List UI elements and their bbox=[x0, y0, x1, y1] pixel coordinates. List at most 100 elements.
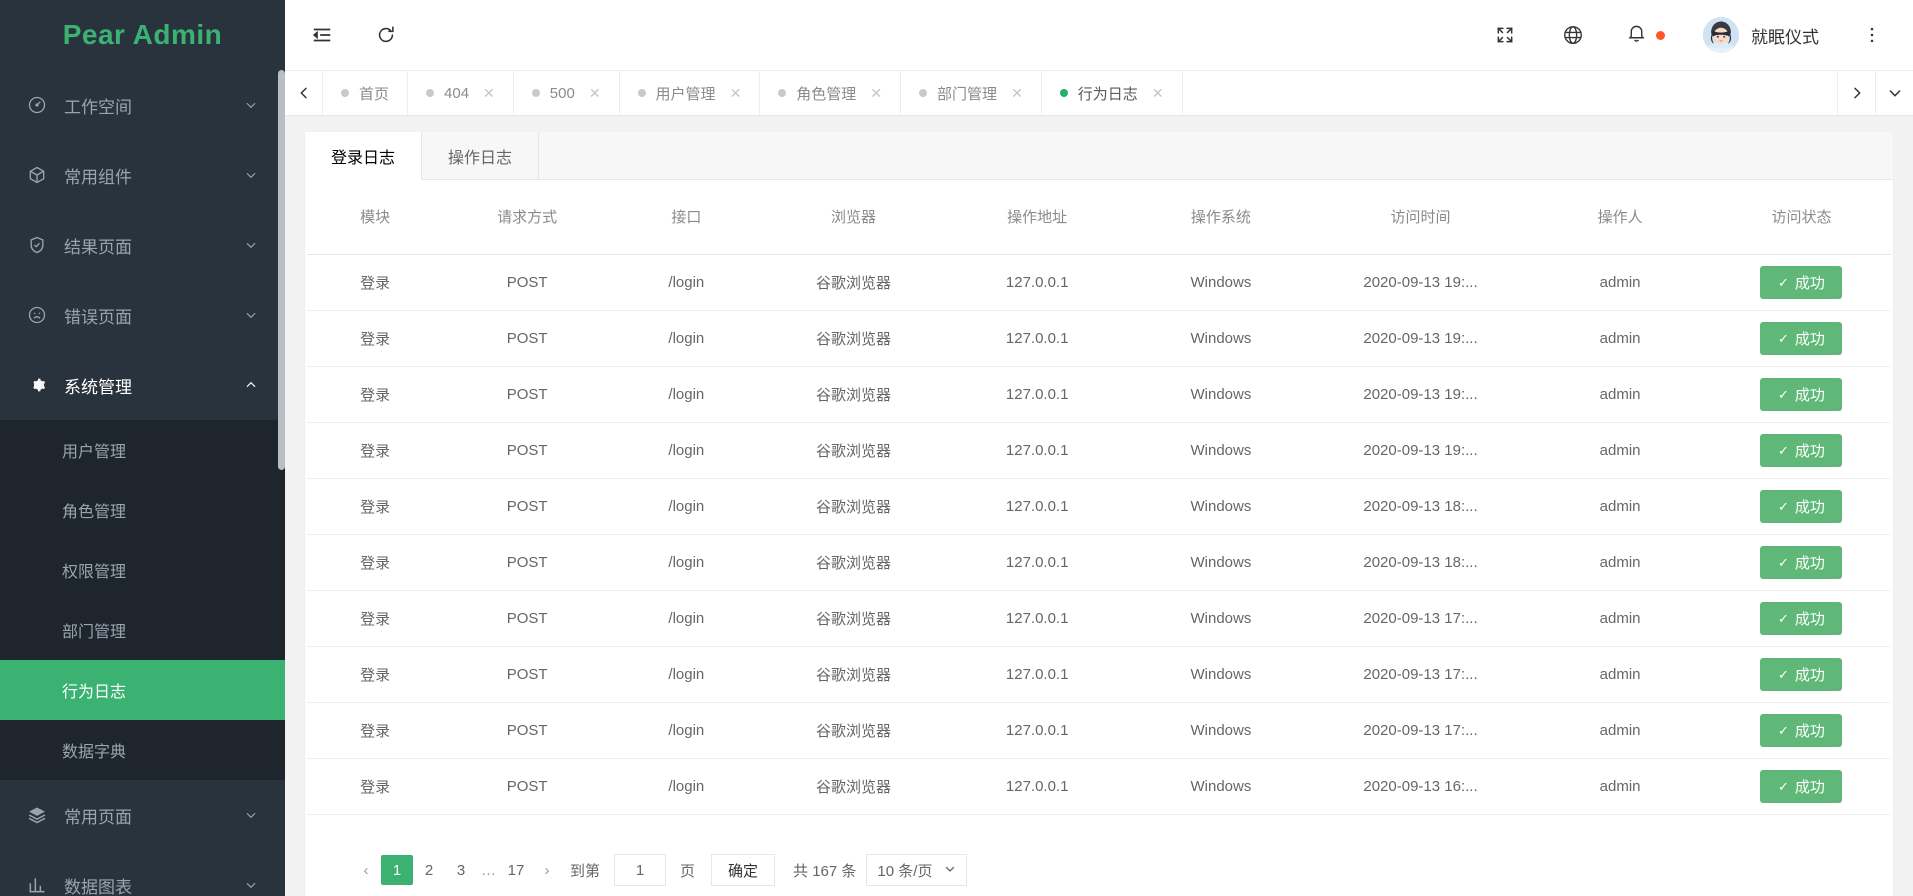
pagination-jump-input[interactable] bbox=[614, 854, 667, 886]
fullscreen-icon[interactable] bbox=[1490, 20, 1520, 50]
sidebar-group-common-pages[interactable]: 常用页面 bbox=[0, 780, 285, 850]
check-icon: ✓ bbox=[1778, 722, 1789, 738]
tab-close-icon[interactable]: ✕ bbox=[1011, 86, 1023, 100]
table-body: 登录 POST/login 谷歌浏览器 127.0.0.1 Windows 2020-09… bbox=[307, 254, 1891, 815]
tab-500[interactable]: 500 ✕ bbox=[514, 71, 620, 115]
tab-label: 角色管理 bbox=[796, 85, 857, 103]
tab-label: 部门管理 bbox=[937, 85, 998, 103]
sidebar-group-workspace[interactable]: 工作空间 bbox=[0, 70, 285, 140]
sidebar-item-role-management[interactable]: 角色管理 bbox=[0, 480, 285, 540]
chevron-right-icon[interactable] bbox=[1837, 71, 1875, 115]
brand-logo: Pear Admin bbox=[62, 19, 223, 50]
check-icon: ✓ bbox=[1778, 442, 1789, 458]
table-row: 登录 POST/login 谷歌浏览器 127.0.0.1 Windows 2020-09… bbox=[307, 590, 1891, 647]
sidebar-submenu-system: 用户管理 角色管理 权限管理 部门管理 行为日志 数据字典 bbox=[0, 420, 285, 780]
sidebar-group-result-pages[interactable]: 结果页面 bbox=[0, 210, 285, 280]
status-badge[interactable]: ✓ 成功 bbox=[1760, 377, 1843, 411]
pagination-confirm-button[interactable]: 确定 bbox=[711, 854, 776, 886]
cell-operator: admin bbox=[1528, 646, 1712, 703]
cell-status: ✓ 成功 bbox=[1711, 366, 1891, 423]
pagination-page-2[interactable]: 2 bbox=[413, 855, 445, 885]
cell-module: 登录 bbox=[307, 646, 444, 703]
cell-method: POST bbox=[443, 422, 612, 479]
refresh-icon[interactable] bbox=[371, 20, 401, 50]
tab-action-log[interactable]: 行为日志 ✕ bbox=[1042, 71, 1183, 115]
status-badge[interactable]: ✓ 成功 bbox=[1760, 489, 1843, 523]
chevron-up-icon bbox=[243, 377, 259, 393]
status-badge[interactable]: ✓ 成功 bbox=[1760, 433, 1843, 467]
cell-address: 127.0.0.1 bbox=[945, 254, 1130, 311]
status-badge[interactable]: ✓ 成功 bbox=[1760, 545, 1843, 579]
status-badge[interactable]: ✓ 成功 bbox=[1760, 321, 1843, 355]
status-badge[interactable]: ✓ 成功 bbox=[1760, 713, 1843, 747]
cell-method: POST bbox=[443, 590, 612, 647]
vertical-dots-icon[interactable] bbox=[1857, 20, 1887, 50]
user-menu[interactable]: 就眠仪式 bbox=[1703, 17, 1819, 53]
cell-address: 127.0.0.1 bbox=[945, 590, 1130, 647]
pagination-ellipsis: … bbox=[481, 861, 496, 879]
pagination-next-button[interactable]: › bbox=[532, 855, 562, 885]
content-area: 登录日志 操作日志 模块 请求方式 接口 浏览器 操作地址 操作系统 访问时间 … bbox=[285, 116, 1913, 896]
tab-dropdown-icon[interactable] bbox=[1875, 71, 1913, 115]
cell-os: Windows bbox=[1129, 310, 1313, 367]
tab-404[interactable]: 404 ✕ bbox=[408, 71, 514, 115]
tab-close-icon[interactable]: ✕ bbox=[589, 86, 601, 100]
cell-time: 2020-09-13 18:... bbox=[1312, 534, 1529, 591]
sad-face-icon bbox=[26, 304, 48, 326]
tab-department-management[interactable]: 部门管理 ✕ bbox=[901, 71, 1042, 115]
cell-module: 登录 bbox=[307, 758, 444, 815]
sidebar-item-user-management[interactable]: 用户管理 bbox=[0, 420, 285, 480]
pagination-page-1[interactable]: 1 bbox=[381, 855, 413, 885]
sidebar-scrollbar[interactable] bbox=[278, 70, 285, 470]
tab-operation-log[interactable]: 操作日志 bbox=[422, 132, 540, 179]
pagination-prev-button[interactable]: ‹ bbox=[351, 855, 381, 885]
globe-icon[interactable] bbox=[1558, 20, 1588, 50]
tab-user-management[interactable]: 用户管理 ✕ bbox=[620, 71, 761, 115]
status-badge[interactable]: ✓ 成功 bbox=[1760, 769, 1843, 803]
cell-status: ✓ 成功 bbox=[1711, 534, 1891, 591]
sidebar-item-permission-management[interactable]: 权限管理 bbox=[0, 540, 285, 600]
chevron-down-icon bbox=[243, 307, 259, 323]
pagination-page-last[interactable]: 17 bbox=[500, 855, 532, 885]
cell-api: /login bbox=[611, 590, 762, 647]
tab-close-icon[interactable]: ✕ bbox=[1152, 86, 1164, 100]
status-badge[interactable]: ✓ 成功 bbox=[1760, 657, 1843, 691]
tab-home[interactable]: 首页 bbox=[323, 71, 409, 115]
table-header-row: 模块 请求方式 接口 浏览器 操作地址 操作系统 访问时间 操作人 访问状态 bbox=[307, 180, 1891, 255]
sidebar-item-data-dictionary[interactable]: 数据字典 bbox=[0, 720, 285, 780]
cell-os: Windows bbox=[1129, 646, 1313, 703]
cell-time: 2020-09-13 17:... bbox=[1312, 646, 1529, 703]
table-row: 登录 POST/login 谷歌浏览器 127.0.0.1 Windows 2020-09… bbox=[307, 646, 1891, 703]
status-badge[interactable]: ✓ 成功 bbox=[1760, 265, 1843, 299]
cell-method: POST bbox=[443, 534, 612, 591]
sidebar-group-error-pages[interactable]: 错误页面 bbox=[0, 280, 285, 350]
chevron-down-icon bbox=[944, 863, 956, 878]
sidebar-group-label: 数据图表 bbox=[64, 877, 132, 896]
cell-address: 127.0.0.1 bbox=[945, 534, 1130, 591]
cell-method: POST bbox=[443, 366, 612, 423]
cell-time: 2020-09-13 17:... bbox=[1312, 702, 1529, 759]
tab-login-log[interactable]: 登录日志 bbox=[305, 132, 423, 180]
topbar-left-controls bbox=[307, 20, 401, 50]
col-header-browser: 浏览器 bbox=[761, 180, 946, 255]
sidebar-item-action-log[interactable]: 行为日志 bbox=[0, 660, 285, 720]
tab-close-icon[interactable]: ✕ bbox=[870, 86, 882, 100]
sidebar-group-system[interactable]: 系统管理 bbox=[0, 350, 285, 420]
status-label: 成功 bbox=[1794, 778, 1825, 796]
sidebar-group-components[interactable]: 常用组件 bbox=[0, 140, 285, 210]
pagination-page-3[interactable]: 3 bbox=[445, 855, 477, 885]
cell-operator: admin bbox=[1528, 702, 1712, 759]
tab-close-icon[interactable]: ✕ bbox=[483, 86, 495, 100]
chevron-left-icon[interactable] bbox=[285, 71, 323, 115]
tab-role-management[interactable]: 角色管理 ✕ bbox=[760, 71, 902, 115]
status-badge[interactable]: ✓ 成功 bbox=[1760, 601, 1843, 635]
menu-fold-icon[interactable] bbox=[307, 20, 337, 50]
tab-close-icon[interactable]: ✕ bbox=[730, 86, 742, 100]
sidebar-group-data-charts[interactable]: 数据图表 bbox=[0, 850, 285, 896]
notification-button[interactable] bbox=[1626, 22, 1665, 48]
cell-status: ✓ 成功 bbox=[1711, 702, 1891, 759]
cell-browser: 谷歌浏览器 bbox=[761, 310, 946, 367]
sidebar-item-department-management[interactable]: 部门管理 bbox=[0, 600, 285, 660]
page-size-select[interactable]: 10 条/页 bbox=[866, 854, 968, 886]
cell-api: /login bbox=[611, 758, 762, 815]
